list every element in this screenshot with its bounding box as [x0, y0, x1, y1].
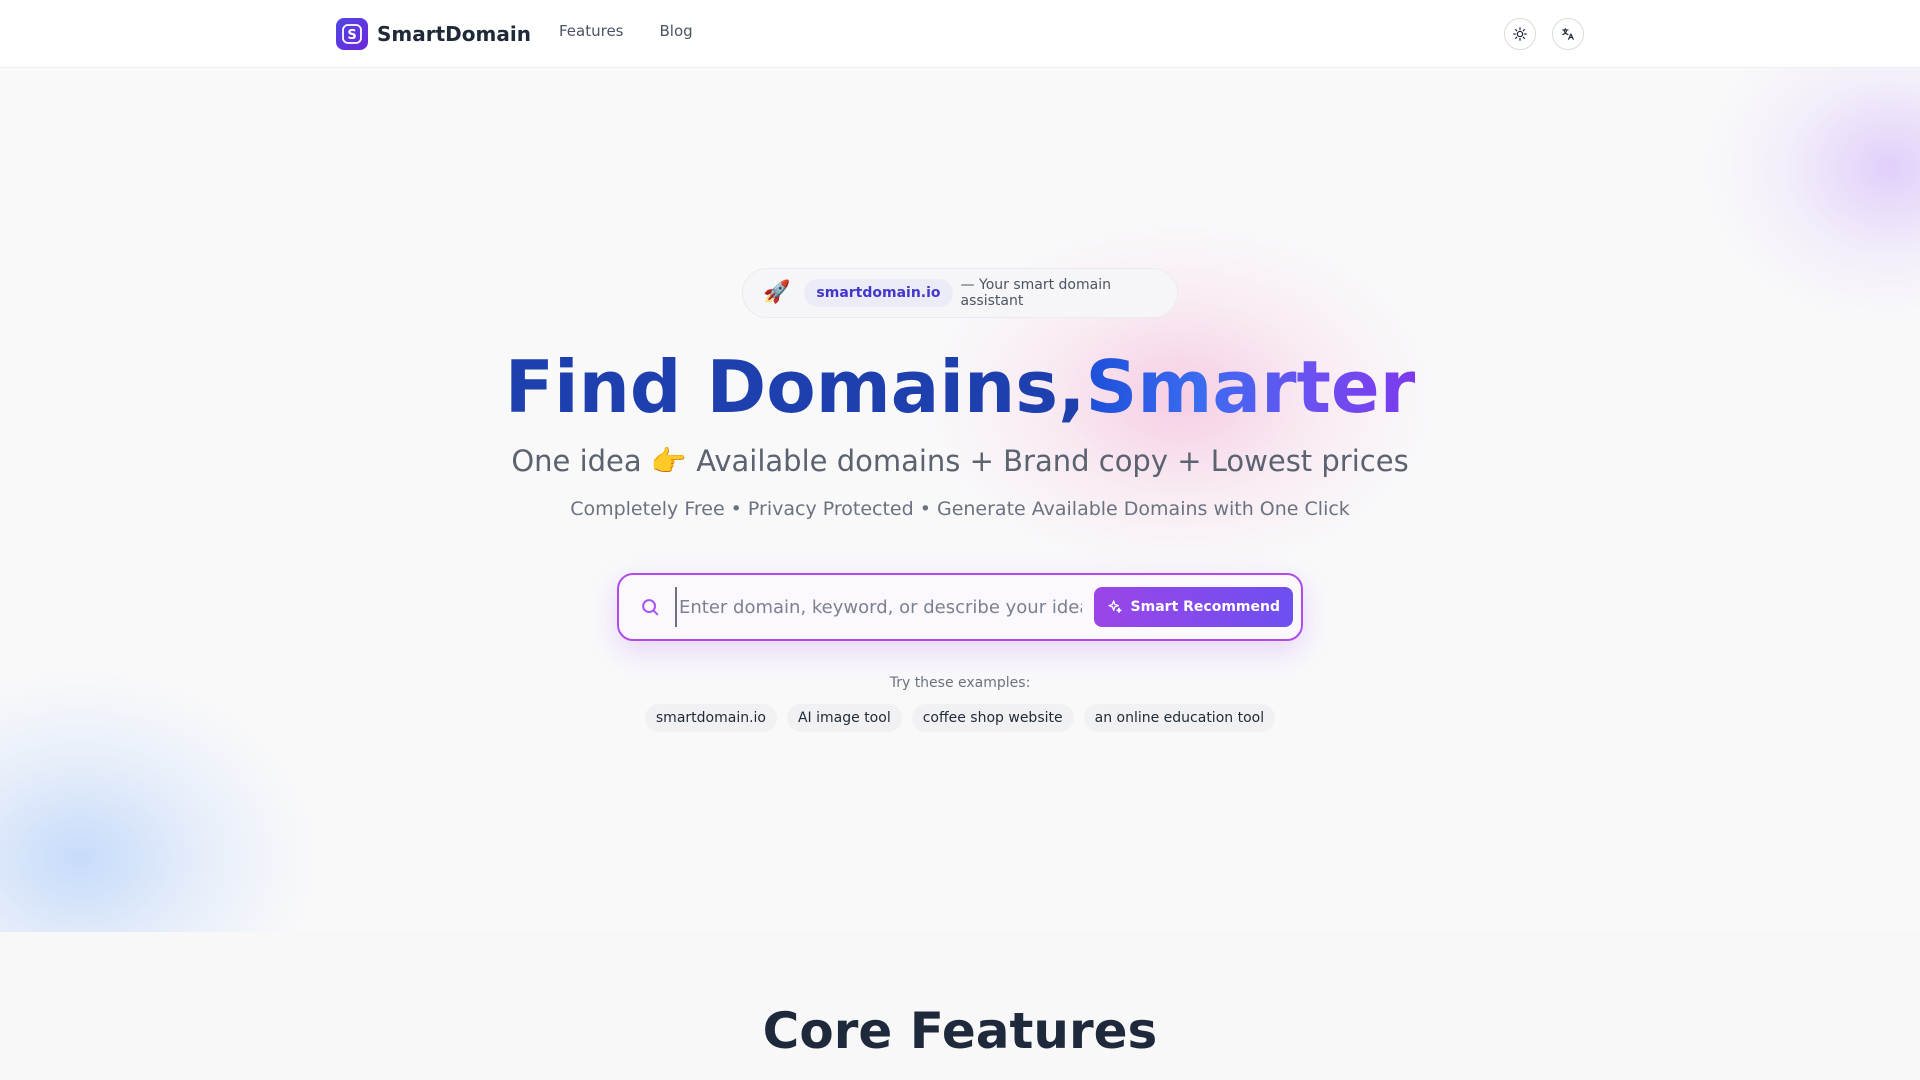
hero-badge: 🚀 smartdomain.io — Your smart domain ass… [742, 268, 1178, 318]
hero-tagline: Completely Free • Privacy Protected • Ge… [570, 498, 1350, 520]
smart-recommend-button[interactable]: Smart Recommend [1093, 587, 1293, 627]
smart-recommend-label: Smart Recommend [1130, 599, 1280, 615]
hero-title-part1: Find Domains, [504, 345, 1086, 429]
rocket-icon: 🚀 [763, 280, 791, 305]
core-features-title: Core Features [762, 1002, 1158, 1060]
brand-logo[interactable]: S SmartDomain [336, 18, 531, 50]
example-chips: smartdomain.io AI image tool coffee shop… [0, 704, 1920, 732]
example-chip[interactable]: smartdomain.io [644, 704, 777, 732]
example-chip[interactable]: coffee shop website [911, 704, 1074, 732]
badge-text: — Your smart domain assistant [960, 277, 1111, 309]
hero-title-part2: Smarter [1085, 345, 1416, 429]
hero-section: 🚀 smartdomain.io — Your smart domain ass… [0, 68, 1920, 932]
sun-icon [1513, 27, 1527, 41]
theme-toggle-button[interactable] [1504, 18, 1536, 50]
translate-icon [1562, 28, 1574, 40]
language-switch-button[interactable] [1552, 18, 1584, 50]
nav-features-link[interactable]: Features [559, 22, 624, 40]
example-chip[interactable]: AI image tool [786, 704, 902, 732]
badge-domain-pill: smartdomain.io [804, 279, 953, 307]
logo-icon: S [336, 18, 368, 50]
site-header: S SmartDomain Features Blog [0, 0, 1920, 68]
svg-text:S: S [347, 28, 356, 43]
search-bar: Smart Recommend [617, 573, 1303, 641]
hero-subtitle: One idea 👉 Available domains + Brand cop… [511, 444, 1409, 478]
search-input[interactable] [675, 587, 1082, 627]
hero-title: Find Domains,Smarter [0, 345, 1920, 429]
brand-name: SmartDomain [377, 22, 531, 46]
example-chip[interactable]: an online education tool [1083, 704, 1276, 732]
main-nav: Features Blog [559, 22, 693, 40]
search-icon [642, 599, 659, 616]
examples-label: Try these examples: [889, 675, 1031, 691]
sparkles-icon [1107, 600, 1122, 613]
nav-blog-link[interactable]: Blog [660, 22, 693, 40]
decorative-glow [1700, 68, 1920, 328]
